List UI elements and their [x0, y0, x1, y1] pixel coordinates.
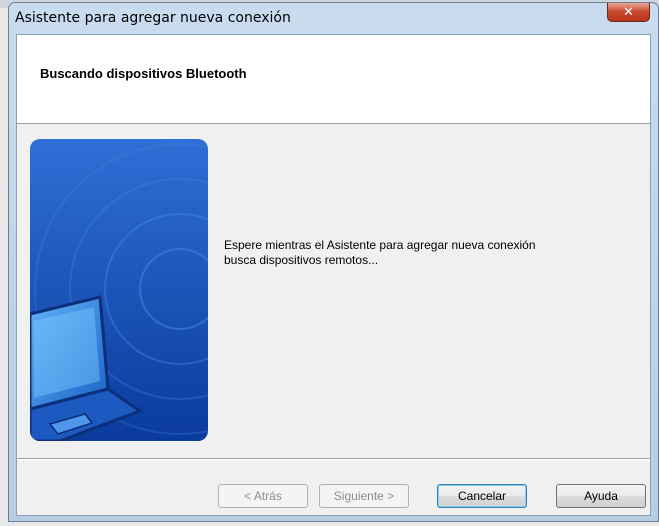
- close-icon: ✕: [623, 4, 634, 19]
- page-title: Buscando dispositivos Bluetooth: [40, 66, 247, 81]
- wizard-client-area: Buscando dispositivos Bluetooth Espere m…: [16, 34, 651, 516]
- cancel-button[interactable]: Cancelar: [437, 484, 527, 508]
- title-bar[interactable]: Asistente para agregar nueva conexión ✕: [9, 3, 658, 33]
- next-button[interactable]: Siguiente >: [319, 484, 409, 508]
- window-title: Asistente para agregar nueva conexión: [15, 10, 291, 26]
- wizard-message: Espere mientras el Asistente para agrega…: [224, 238, 624, 268]
- help-button[interactable]: Ayuda: [556, 484, 646, 508]
- laptop-bluetooth-illustration: [30, 139, 208, 441]
- wizard-window: Asistente para agregar nueva conexión ✕ …: [8, 2, 659, 522]
- message-line-2: busca dispositivos remotos...: [224, 253, 379, 267]
- message-line-1: Espere mientras el Asistente para agrega…: [224, 238, 536, 252]
- close-button[interactable]: ✕: [607, 3, 650, 22]
- wizard-header: Buscando dispositivos Bluetooth: [17, 35, 650, 124]
- button-separator: [17, 458, 650, 460]
- back-button[interactable]: < Atrás: [218, 484, 308, 508]
